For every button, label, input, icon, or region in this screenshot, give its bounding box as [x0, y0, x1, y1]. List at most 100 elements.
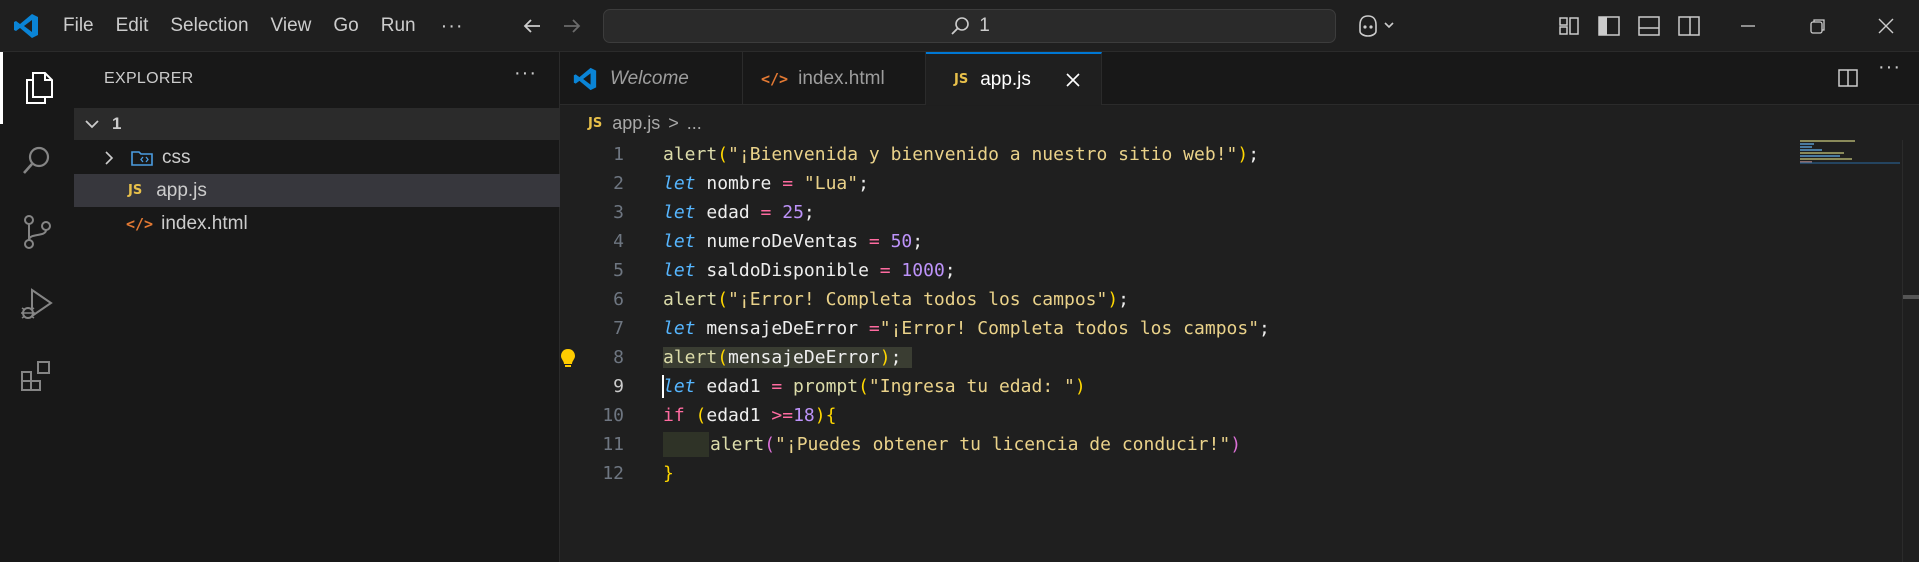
menu-file[interactable]: File — [52, 8, 105, 44]
menu-selection[interactable]: Selection — [159, 8, 259, 44]
code-line: 9 let edad1 = prompt("Ingresa tu edad: "… — [560, 372, 1086, 401]
activity-search[interactable] — [0, 124, 74, 196]
line-number: 5 — [613, 260, 624, 281]
tree-item-app-js[interactable]: JS app.js — [74, 174, 560, 207]
code-line: 11 alert("¡Puedes obtener tu licencia de… — [560, 430, 1241, 459]
minimize-button[interactable] — [1713, 0, 1783, 52]
line-number: 11 — [602, 434, 624, 455]
workspace-folder-name: 1 — [112, 114, 122, 133]
search-icon — [23, 146, 50, 174]
extensions-icon — [21, 361, 50, 391]
code-editor[interactable]: 1 alert("¡Bienvenida y bienvenido a nues… — [560, 140, 1919, 562]
menu-run[interactable]: Run — [370, 8, 427, 44]
js-file-icon: JS — [954, 72, 969, 87]
line-number: 10 — [602, 405, 624, 426]
tab-app-js[interactable]: JS app.js — [926, 52, 1102, 105]
restore-button[interactable] — [1783, 0, 1853, 52]
breadcrumb-separator: > — [668, 112, 679, 133]
line-number: 3 — [613, 202, 624, 223]
source-control-icon — [24, 215, 51, 249]
code-line: 6 alert("¡Error! Completa todos los camp… — [560, 285, 1129, 314]
close-window-button[interactable] — [1853, 0, 1919, 52]
menu-bar: File Edit Selection View Go Run ··· — [52, 0, 478, 52]
code-line: 7 let mensajeDeError ="¡Error! Completa … — [560, 314, 1270, 343]
line-number: 4 — [613, 231, 624, 252]
menu-go[interactable]: Go — [322, 8, 369, 44]
toggle-secondary-sidebar-icon[interactable] — [1676, 13, 1702, 39]
editor-more-button[interactable]: ··· — [1878, 56, 1901, 79]
tab-label: index.html — [798, 67, 885, 89]
split-editor-icon[interactable] — [1836, 66, 1860, 90]
close-tab-icon[interactable] — [1063, 70, 1083, 90]
code-line: 1 alert("¡Bienvenida y bienvenido a nues… — [560, 140, 1259, 169]
chevron-down-icon — [85, 120, 99, 129]
line-number: 1 — [613, 144, 624, 165]
tab-label: app.js — [980, 68, 1031, 90]
minimize-icon — [1741, 25, 1755, 27]
code-line: 5 let saldoDisponible = 1000; — [560, 256, 955, 285]
html-file-icon: </> — [126, 214, 154, 233]
back-arrow-icon[interactable] — [518, 12, 546, 40]
activity-source-control[interactable] — [0, 196, 74, 268]
line-number: 2 — [613, 173, 624, 194]
explorer-title: EXPLORER — [104, 70, 194, 87]
js-file-icon: JS — [128, 183, 143, 198]
menu-more-button[interactable]: ··· — [427, 15, 478, 38]
indent-guide-highlight — [663, 432, 709, 457]
tab-index-html[interactable]: </> index.html — [743, 52, 926, 105]
line-number: 9 — [613, 376, 624, 397]
run-debug-icon — [21, 288, 53, 319]
copilot-icon[interactable] — [1355, 13, 1401, 39]
activity-run-debug[interactable] — [0, 268, 74, 340]
editor-scrollbar[interactable] — [1902, 140, 1919, 562]
chevron-right-icon — [105, 150, 114, 165]
tab-welcome[interactable]: Welcome — [560, 52, 743, 105]
breadcrumb-bar — [560, 106, 1919, 140]
breadcrumb-symbols[interactable]: ... — [687, 113, 702, 134]
forward-arrow-icon[interactable] — [558, 12, 586, 40]
tree-item-index-html[interactable]: </> index.html — [74, 207, 560, 240]
command-center-text: 1 — [979, 15, 990, 36]
tree-item-css[interactable]: css — [74, 141, 560, 174]
explorer-more-button[interactable]: ··· — [514, 62, 537, 85]
menu-edit[interactable]: Edit — [105, 8, 160, 44]
line-number: 7 — [613, 318, 624, 339]
lightbulb-icon[interactable] — [558, 347, 578, 369]
breadcrumb: JS app.js > ... — [560, 106, 702, 140]
toggle-panel-icon[interactable] — [1636, 13, 1662, 39]
code-line: 10 if (edad1 >=18){ — [560, 401, 836, 430]
vscode-logo-icon — [14, 14, 38, 38]
workspace-folder-header[interactable]: 1 — [74, 108, 560, 140]
activity-extensions[interactable] — [0, 340, 74, 412]
js-file-icon: JS — [588, 115, 603, 131]
toggle-primary-sidebar-icon[interactable] — [1596, 13, 1622, 39]
line-number: 12 — [602, 463, 624, 484]
menu-view[interactable]: View — [260, 8, 323, 44]
code-line: 3 let edad = 25; — [560, 198, 815, 227]
html-file-icon: </> — [761, 69, 789, 88]
code-line: 8 alert(mensajeDeError); — [558, 343, 913, 372]
restore-icon — [1810, 19, 1825, 34]
activity-explorer[interactable] — [0, 52, 74, 124]
explorer-sidebar: EXPLORER ··· 1 css JS app.js </> index.h… — [74, 52, 560, 562]
css-folder-icon — [131, 150, 153, 166]
code-line: 4 let numeroDeVentas = 50; — [560, 227, 923, 256]
tab-label: Welcome — [610, 67, 689, 89]
code-line: 2 let nombre = "Lua"; — [560, 169, 869, 198]
tree-item-label: app.js — [156, 179, 207, 201]
breadcrumb-file[interactable]: app.js — [612, 113, 660, 134]
activity-bar — [0, 52, 74, 562]
minimap[interactable] — [1800, 138, 1900, 168]
editor-tab-bar: Welcome </> index.html JS app.js ··· — [560, 52, 1919, 105]
close-icon — [1878, 18, 1894, 34]
vscode-logo-icon — [573, 67, 597, 90]
line-number: 6 — [613, 289, 624, 310]
customize-layout-icon[interactable] — [1556, 13, 1582, 39]
command-center-search[interactable]: 1 — [603, 9, 1336, 43]
files-icon — [25, 72, 53, 104]
tree-item-label: index.html — [161, 212, 248, 234]
tree-item-label: css — [162, 146, 191, 168]
title-bar: File Edit Selection View Go Run ··· 1 — [0, 0, 1919, 52]
code-line: 12 } — [560, 459, 674, 488]
search-icon — [951, 17, 970, 35]
